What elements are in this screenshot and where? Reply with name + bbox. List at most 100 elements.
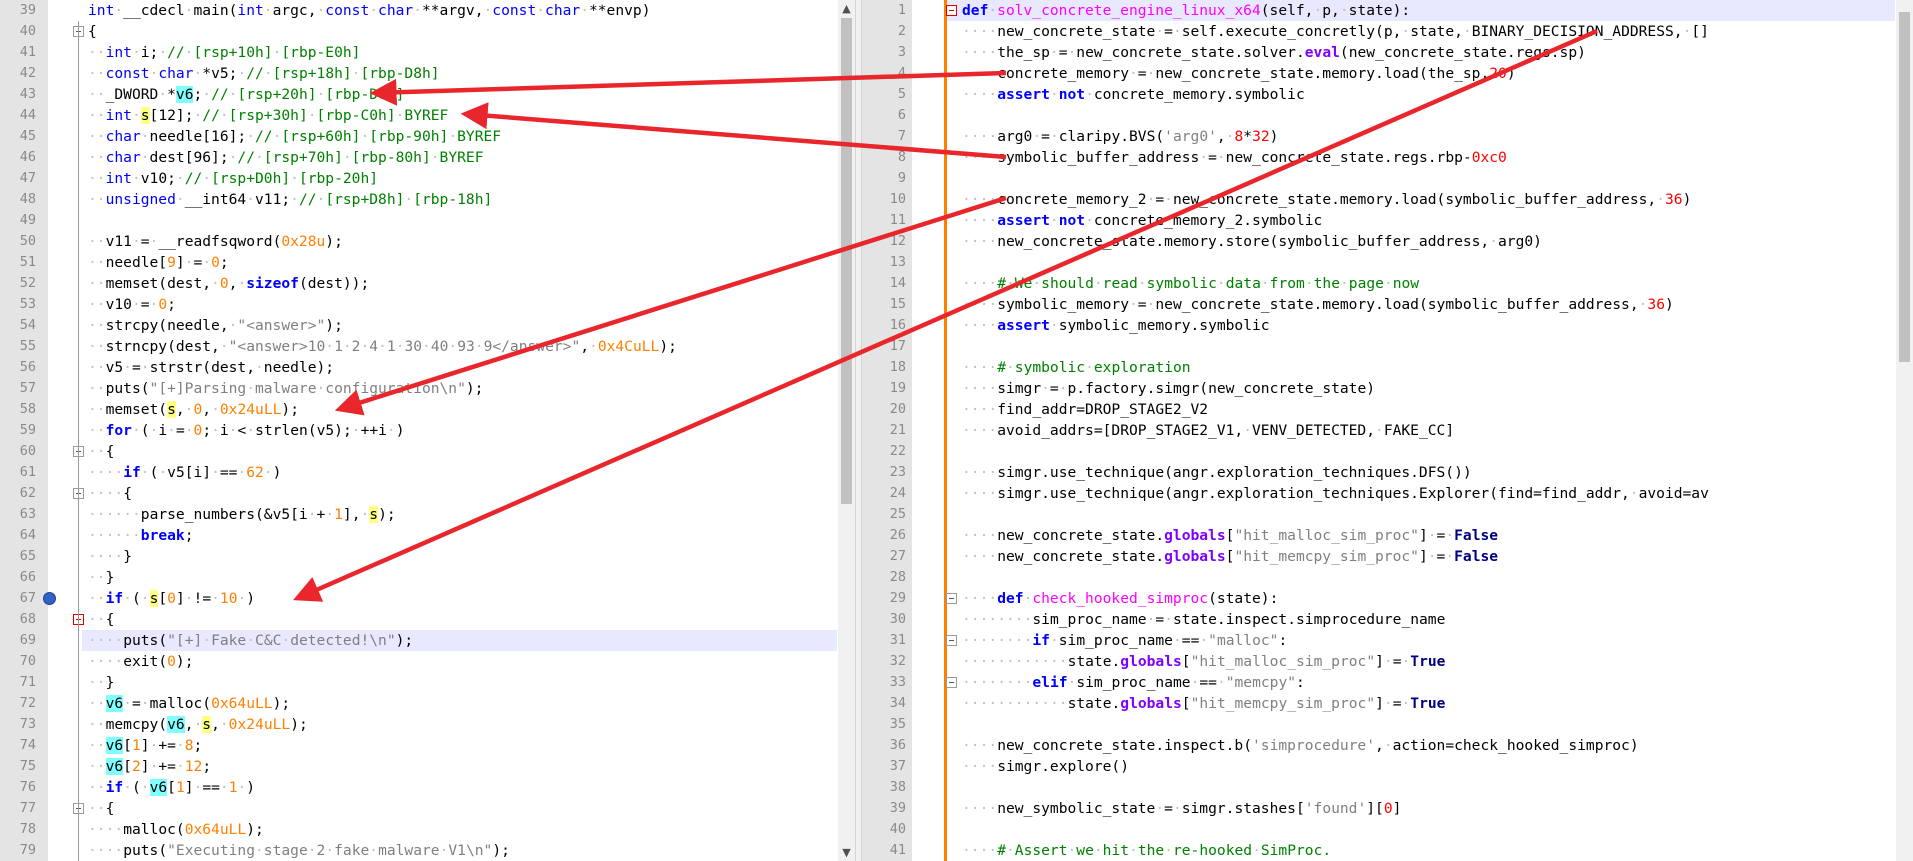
code-line[interactable]: 69 ····puts("[+]·Fake·C&C·detected!\n");	[0, 630, 838, 651]
code-text[interactable]: ······break;	[88, 525, 194, 546]
code-line[interactable]: 12 ····new_concrete_state.memory.store(sy…	[862, 231, 1896, 252]
code-line[interactable]: 40 {	[0, 21, 838, 42]
code-text[interactable]: ····new_concrete_state.globals["hit_memc…	[962, 546, 1498, 567]
code-text[interactable]: ··_DWORD·*v6;·//·[rsp+20h]·[rbp-D0h]	[88, 84, 404, 105]
code-line[interactable]: 52 ··memset(dest,·0,·sizeof(dest));	[0, 273, 838, 294]
code-line[interactable]: 35	[862, 714, 1896, 735]
code-text[interactable]: ··memcpy(v6,·s,·0x24uLL);	[88, 714, 308, 735]
code-text[interactable]: ····{	[88, 483, 132, 504]
code-text[interactable]: ··needle[9]·=·0;	[88, 252, 229, 273]
code-text[interactable]: ····assert·symbolic_memory.symbolic	[962, 315, 1270, 336]
code-text[interactable]: ······parse_numbers(&v5[i·+·1],·s);	[88, 504, 396, 525]
code-line[interactable]: 11 ····assert·not·concrete_memory_2.symbo…	[862, 210, 1896, 231]
code-line[interactable]: 79 ····puts("Executing·stage·2·fake·malwa…	[0, 840, 838, 861]
code-line[interactable]: 68 ··{	[0, 609, 838, 630]
code-line[interactable]: 3 ····the_sp·=·new_concrete_state.solver.…	[862, 42, 1896, 63]
code-line[interactable]: 31 ········if·sim_proc_name·==·"malloc":	[862, 630, 1896, 651]
code-line[interactable]: 15 ····symbolic_memory·=·new_concrete_sta…	[862, 294, 1896, 315]
code-line[interactable]: 77 ··{	[0, 798, 838, 819]
code-line[interactable]: 51 ··needle[9]·=·0;	[0, 252, 838, 273]
code-line[interactable]: 43 ··_DWORD·*v6;·//·[rsp+20h]·[rbp-D0h]	[0, 84, 838, 105]
left-vertical-scrollbar[interactable]: ▲ ▼	[838, 0, 855, 861]
code-text[interactable]: ··puts("[+]Parsing·malware·configuration…	[88, 378, 483, 399]
code-text[interactable]: ····#·Assert·we·hit·the·re-hooked·SimPro…	[962, 840, 1331, 861]
code-line[interactable]: 39 int·__cdecl·main(int·argc,·const·char·…	[0, 0, 838, 21]
code-line[interactable]: 46 ··char·dest[96];·//·[rsp+70h]·[rbp-80h…	[0, 147, 838, 168]
code-text[interactable]: ····simgr·=·p.factory.simgr(new_concrete…	[962, 378, 1375, 399]
code-text[interactable]: ··if·(·s[0]·!=·10·)	[88, 588, 255, 609]
code-text[interactable]: ············state.globals["hit_malloc_si…	[962, 651, 1445, 672]
code-line[interactable]: 28	[862, 567, 1896, 588]
code-text[interactable]: ··const·char·*v5;·//·[rsp+18h]·[rbp-D8h]	[88, 63, 440, 84]
code-text[interactable]: ··{	[88, 609, 114, 630]
code-line[interactable]: 30 ········sim_proc_name·=·state.inspect.…	[862, 609, 1896, 630]
code-text[interactable]: ····symbolic_memory·=·new_concrete_state…	[962, 294, 1674, 315]
code-text[interactable]: ··char·needle[16];·//·[rsp+60h]·[rbp-90h…	[88, 126, 501, 147]
split-divider[interactable]	[855, 0, 862, 861]
code-text[interactable]: ··memset(s,·0,·0x24uLL);	[88, 399, 299, 420]
code-line[interactable]: 64 ······break;	[0, 525, 838, 546]
code-line[interactable]: 13	[862, 252, 1896, 273]
code-line[interactable]: 48 ··unsigned·__int64·v11;·//·[rsp+D8h]·[…	[0, 189, 838, 210]
code-text[interactable]: ····}	[88, 546, 132, 567]
code-text[interactable]: ··char·dest[96];·//·[rsp+70h]·[rbp-80h]·…	[88, 147, 483, 168]
code-text[interactable]: ··v6[1]·+=·8;	[88, 735, 202, 756]
code-text[interactable]: ··strncpy(dest,·"<answer>10·1·2·4·1·30·4…	[88, 336, 677, 357]
code-text[interactable]: ··memset(dest,·0,·sizeof(dest));	[88, 273, 369, 294]
right-editor-pane[interactable]: 1 def·solv_concrete_engine_linux_x64(self…	[862, 0, 1913, 861]
code-line[interactable]: 65 ····}	[0, 546, 838, 567]
code-text[interactable]: ········if·sim_proc_name·==·"malloc":	[962, 630, 1287, 651]
code-line[interactable]: 2 ····new_concrete_state·=·self.execute_c…	[862, 21, 1896, 42]
scrollbar-thumb[interactable]	[1899, 12, 1910, 362]
code-line[interactable]: 62 ····{	[0, 483, 838, 504]
code-text[interactable]: ····puts("[+]·Fake·C&C·detected!\n");	[88, 630, 413, 651]
code-text[interactable]: ····simgr.use_technique(angr.exploration…	[962, 462, 1472, 483]
code-text[interactable]: ····#·We·should·read·symbolic·data·from·…	[962, 273, 1419, 294]
code-line[interactable]: 75 ··v6[2]·+=·12;	[0, 756, 838, 777]
code-text[interactable]: ··}	[88, 567, 114, 588]
code-line[interactable]: 25	[862, 504, 1896, 525]
code-text[interactable]: ····new_concrete_state.globals["hit_mall…	[962, 525, 1498, 546]
code-text[interactable]: ··if·(·v6[1]·==·1·)	[88, 777, 255, 798]
code-line[interactable]: 41 ··int·i;·//·[rsp+10h]·[rbp-E0h]	[0, 42, 838, 63]
chevron-up-icon[interactable]: ▲	[838, 0, 855, 17]
code-line[interactable]: 23 ····simgr.use_technique(angr.explorati…	[862, 462, 1896, 483]
code-line[interactable]: 73 ··memcpy(v6,·s,·0x24uLL);	[0, 714, 838, 735]
code-text[interactable]: def·solv_concrete_engine_linux_x64(self,…	[962, 0, 1410, 21]
chevron-down-icon[interactable]: ▼	[838, 844, 855, 861]
code-line[interactable]: 32 ············state.globals["hit_malloc_…	[862, 651, 1896, 672]
fold-toggle-icon[interactable]	[946, 677, 957, 688]
fold-toggle-icon[interactable]	[946, 635, 957, 646]
code-text[interactable]: ····concrete_memory·=·new_concrete_state…	[962, 63, 1516, 84]
code-line[interactable]: 8 ····symbolic_buffer_address·=·new_concr…	[862, 147, 1896, 168]
code-text[interactable]: ··v10·=·0;	[88, 294, 176, 315]
code-line[interactable]: 76 ··if·(·v6[1]·==·1·)	[0, 777, 838, 798]
code-line[interactable]: 56 ··v5·=·strstr(dest,·needle);	[0, 357, 838, 378]
code-line[interactable]: 9	[862, 168, 1896, 189]
code-line[interactable]: 21 ····avoid_addrs=[DROP_STAGE2_V1,·VENV_…	[862, 420, 1896, 441]
code-line[interactable]: 60 ··{	[0, 441, 838, 462]
code-text[interactable]: ····assert·not·concrete_memory_2.symboli…	[962, 210, 1322, 231]
code-line[interactable]: 67 ··if·(·s[0]·!=·10·)	[0, 588, 838, 609]
code-line[interactable]: 47 ··int·v10;·//·[rsp+D0h]·[rbp-20h]	[0, 168, 838, 189]
code-text[interactable]: ··v6[2]·+=·12;	[88, 756, 211, 777]
code-line[interactable]: 5 ····assert·not·concrete_memory.symbolic	[862, 84, 1896, 105]
code-line[interactable]: 40	[862, 819, 1896, 840]
code-line[interactable]: 63 ······parse_numbers(&v5[i·+·1],·s);	[0, 504, 838, 525]
code-line[interactable]: 27 ····new_concrete_state.globals["hit_me…	[862, 546, 1896, 567]
code-text[interactable]: ··strcpy(needle,·"<answer>");	[88, 315, 343, 336]
scrollbar-thumb[interactable]	[841, 18, 852, 504]
code-text[interactable]: int·__cdecl·main(int·argc,·const·char·**…	[88, 0, 651, 21]
code-line[interactable]: 50 ··v11·=·__readfsqword(0x28u);	[0, 231, 838, 252]
code-line[interactable]: 72 ··v6·=·malloc(0x64uLL);	[0, 693, 838, 714]
code-line[interactable]: 44 ··int·s[12];·//·[rsp+30h]·[rbp-C0h]·BY…	[0, 105, 838, 126]
code-line[interactable]: 34 ············state.globals["hit_memcpy_…	[862, 693, 1896, 714]
code-line[interactable]: 20 ····find_addr=DROP_STAGE2_V2	[862, 399, 1896, 420]
code-line[interactable]: 18 ····#·symbolic·exploration	[862, 357, 1896, 378]
code-line[interactable]: 6	[862, 105, 1896, 126]
code-line[interactable]: 38	[862, 777, 1896, 798]
code-line[interactable]: 54 ··strcpy(needle,·"<answer>");	[0, 315, 838, 336]
code-text[interactable]: ····symbolic_buffer_address·=·new_concre…	[962, 147, 1507, 168]
breakpoint-icon[interactable]	[43, 592, 56, 605]
code-text[interactable]: ··int·v10;·//·[rsp+D0h]·[rbp-20h]	[88, 168, 378, 189]
